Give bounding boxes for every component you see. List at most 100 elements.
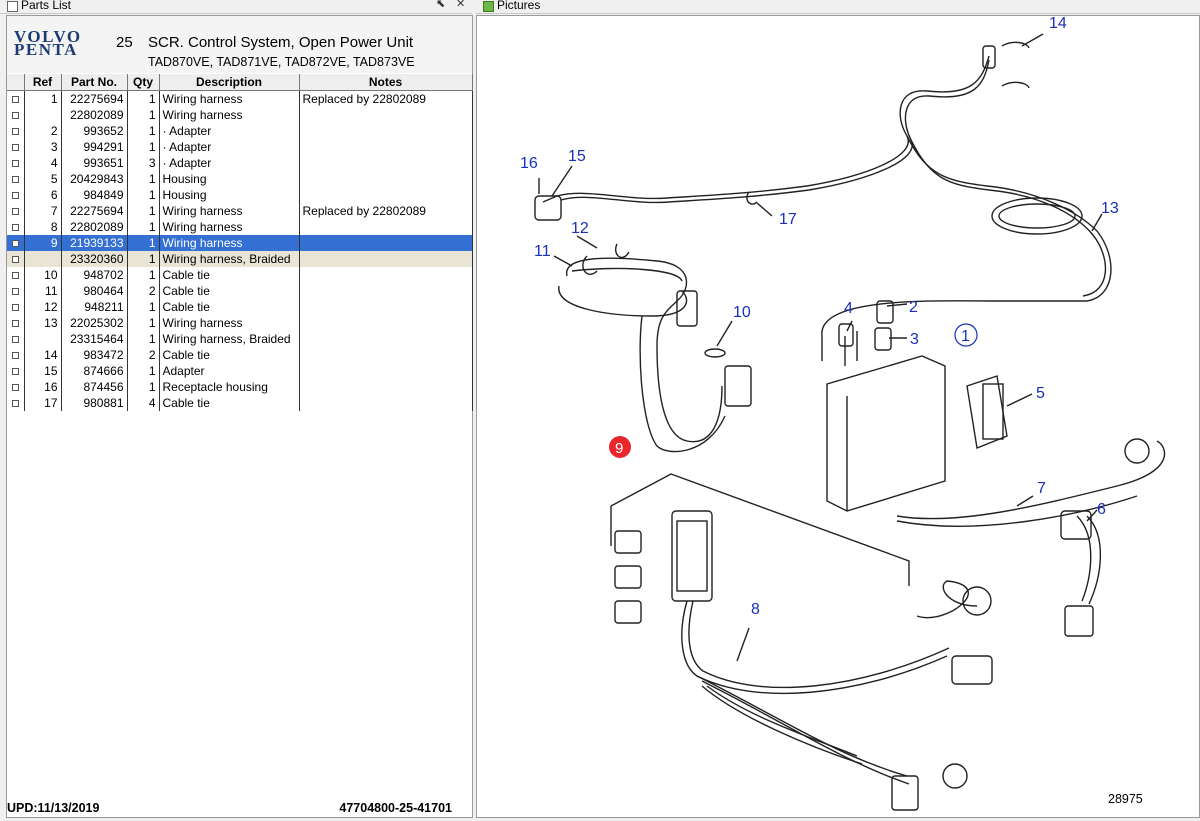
row-ref: 5 <box>24 171 62 187</box>
checkbox-icon[interactable] <box>11 127 19 135</box>
table-row[interactable]: 49936513Adapter <box>7 155 473 171</box>
callout-13[interactable]: 13 <box>1101 200 1119 217</box>
checkbox-icon[interactable] <box>11 287 19 295</box>
checkbox-icon[interactable] <box>11 367 19 375</box>
row-checkbox[interactable] <box>7 347 25 363</box>
col-ref[interactable]: Ref <box>24 74 62 91</box>
callout-1[interactable]: 1 <box>961 328 970 345</box>
checkbox-icon[interactable] <box>11 255 19 263</box>
callout-16[interactable]: 16 <box>520 155 538 172</box>
row-notes <box>299 283 473 299</box>
checkbox-icon[interactable] <box>11 303 19 311</box>
checkbox-icon[interactable] <box>11 159 19 167</box>
table-row[interactable]: 29936521Adapter <box>7 123 473 139</box>
close-icon[interactable]: ✕ <box>456 0 465 10</box>
checkbox-icon[interactable] <box>11 383 19 391</box>
table-row[interactable]: 9 21939133 1 Wiring harness <box>7 235 473 251</box>
row-checkbox[interactable] <box>7 235 25 251</box>
table-row[interactable]: 8 22802089 1 Wiring harness <box>7 219 473 235</box>
row-checkbox[interactable] <box>7 379 25 395</box>
checkbox-icon[interactable] <box>11 271 19 279</box>
row-checkbox[interactable] <box>7 203 25 219</box>
row-checkbox[interactable] <box>7 219 25 235</box>
row-checkbox[interactable] <box>7 107 25 123</box>
row-checkbox[interactable] <box>7 283 25 299</box>
table-row[interactable]: 23320360 1 Wiring harness, Braided <box>7 251 473 267</box>
callout-14[interactable]: 14 <box>1049 15 1067 32</box>
row-checkbox[interactable] <box>7 171 25 187</box>
table-row[interactable]: 14 983472 2 Cable tie <box>7 347 473 363</box>
checkbox-icon[interactable] <box>11 191 19 199</box>
callout-7[interactable]: 7 <box>1037 480 1046 497</box>
checkbox-icon[interactable] <box>11 335 19 343</box>
table-row[interactable]: 1 22275694 1 Wiring harness Replaced by 2280… <box>7 90 473 107</box>
callout-2[interactable]: 2 <box>909 299 918 316</box>
table-row[interactable]: 13 22025302 1 Wiring harness <box>7 315 473 331</box>
row-part-no: 948211 <box>61 299 128 315</box>
row-checkbox[interactable] <box>7 267 25 283</box>
callout-11[interactable]: 11 <box>534 243 551 260</box>
row-checkbox[interactable] <box>7 90 25 107</box>
row-part-no: 993651 <box>61 155 128 171</box>
table-row[interactable]: 10 948702 1 Cable tie <box>7 267 473 283</box>
callout-17[interactable]: 17 <box>779 211 797 228</box>
checkbox-icon[interactable] <box>11 95 19 103</box>
callout-9-highlighted[interactable]: 9 <box>615 440 623 457</box>
row-checkbox[interactable] <box>7 299 25 315</box>
callout-12[interactable]: 12 <box>571 220 589 237</box>
row-ref: 8 <box>24 219 62 235</box>
checkbox-icon[interactable] <box>11 175 19 183</box>
row-qty: 1 <box>127 219 160 235</box>
table-row[interactable]: 12 948211 1 Cable tie <box>7 299 473 315</box>
callout-8[interactable]: 8 <box>751 601 760 618</box>
callout-3[interactable]: 3 <box>910 331 919 348</box>
callout-15[interactable]: 15 <box>568 148 586 165</box>
table-row[interactable]: 6 984849 1 Housing <box>7 187 473 203</box>
checkbox-icon[interactable] <box>11 111 19 119</box>
row-description: Wiring harness <box>159 203 300 219</box>
table-row[interactable]: 16 874456 1 Receptacle housing <box>7 379 473 395</box>
row-ref: 3 <box>24 139 62 155</box>
row-checkbox[interactable] <box>7 123 25 139</box>
parts-list-title-bar: Parts List ⬉ ✕ <box>0 0 472 14</box>
pictures-title: Pictures <box>497 0 541 12</box>
row-checkbox[interactable] <box>7 187 25 203</box>
row-qty: 3 <box>127 155 160 171</box>
checkbox-icon[interactable] <box>11 207 19 215</box>
table-row[interactable]: 39942911Adapter <box>7 139 473 155</box>
table-row[interactable]: 22802089 1 Wiring harness <box>7 107 473 123</box>
callout-4[interactable]: 4 <box>844 300 853 317</box>
col-qty[interactable]: Qty <box>127 74 160 91</box>
callout-5[interactable]: 5 <box>1036 385 1045 402</box>
row-notes <box>299 235 473 251</box>
checkbox-icon[interactable] <box>11 239 19 247</box>
row-part-no: 22802089 <box>61 219 128 235</box>
callout-10[interactable]: 10 <box>733 304 751 321</box>
col-part-no[interactable]: Part No. <box>61 74 128 91</box>
table-row[interactable]: 15 874666 1 Adapter <box>7 363 473 379</box>
table-row[interactable]: 7 22275694 1 Wiring harness Replaced by 2280… <box>7 203 473 219</box>
row-ref: 7 <box>24 203 62 219</box>
table-row[interactable]: 23315464 1 Wiring harness, Braided <box>7 331 473 347</box>
checkbox-icon[interactable] <box>11 319 19 327</box>
col-notes[interactable]: Notes <box>299 74 473 91</box>
row-checkbox[interactable] <box>7 315 25 331</box>
checkbox-icon[interactable] <box>11 351 19 359</box>
pin-icon[interactable]: ⬉ <box>436 0 445 10</box>
row-checkbox[interactable] <box>7 331 25 347</box>
checkbox-icon[interactable] <box>11 143 19 151</box>
checkbox-icon[interactable] <box>11 399 19 407</box>
col-check <box>7 74 25 91</box>
checkbox-icon[interactable] <box>11 223 19 231</box>
row-checkbox[interactable] <box>7 155 25 171</box>
table-row[interactable]: 17 980881 4 Cable tie <box>7 395 473 411</box>
row-checkbox[interactable] <box>7 363 25 379</box>
table-row[interactable]: 5 20429843 1 Housing <box>7 171 473 187</box>
callout-6[interactable]: 6 <box>1097 501 1106 518</box>
row-description: Adapter <box>159 363 300 379</box>
col-description[interactable]: Description <box>159 74 300 91</box>
row-checkbox[interactable] <box>7 251 25 267</box>
row-checkbox[interactable] <box>7 395 25 411</box>
table-row[interactable]: 11 980464 2 Cable tie <box>7 283 473 299</box>
row-checkbox[interactable] <box>7 139 25 155</box>
